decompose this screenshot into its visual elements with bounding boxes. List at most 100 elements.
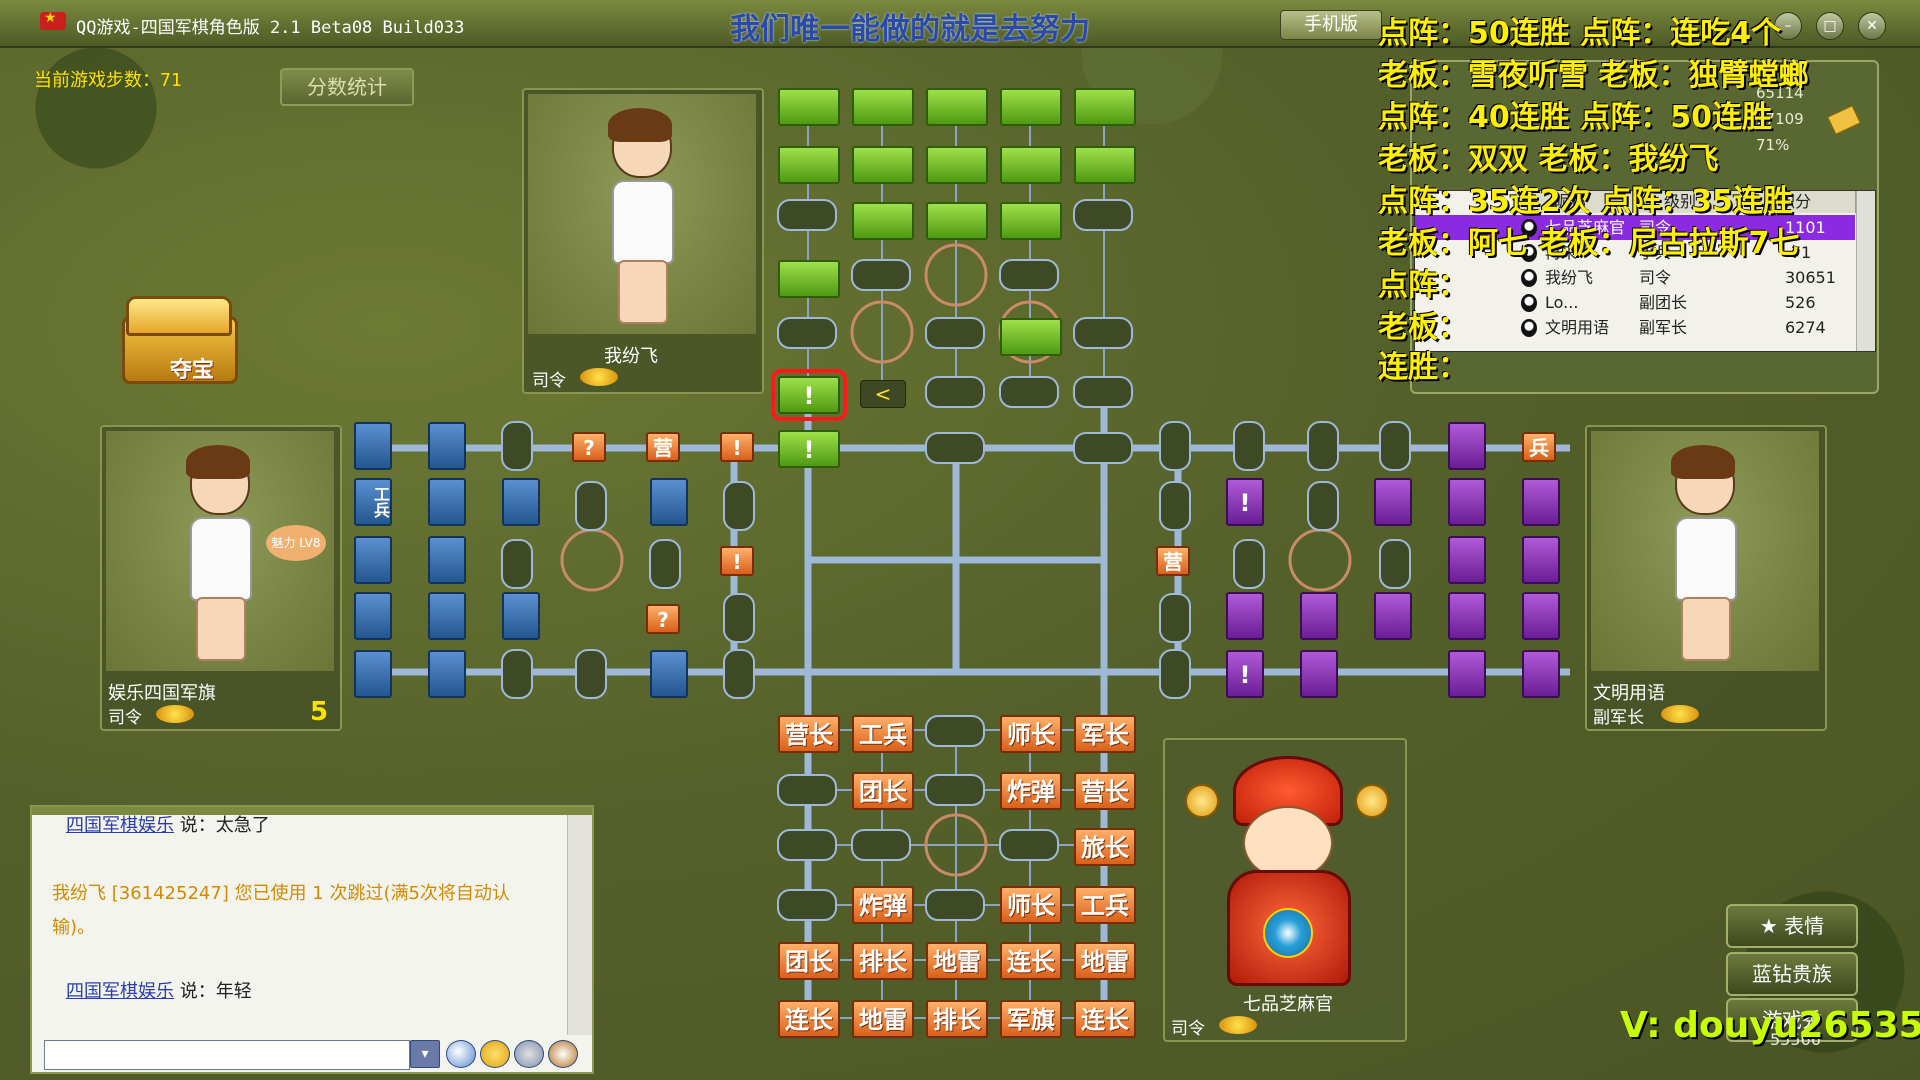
system-message: 我纷飞 [361425247] 您已使用 1 次跳过(满5次将自动认输)。 [52, 883, 510, 938]
green-piece[interactable] [1000, 318, 1062, 356]
green-piece[interactable] [1074, 146, 1136, 184]
row-score: 6274 [1785, 318, 1826, 337]
chat-input[interactable] [44, 1040, 410, 1070]
blue-piece[interactable] [428, 592, 466, 640]
info-winrate: 71% [1756, 136, 1790, 154]
green-piece[interactable] [926, 88, 988, 126]
own-piece[interactable]: 连长 [1074, 1000, 1136, 1038]
blue-piece[interactable] [650, 478, 688, 526]
own-piece[interactable]: 连长 [1000, 942, 1062, 980]
own-piece[interactable]: 营长 [1074, 772, 1136, 810]
own-piece[interactable]: 团长 [778, 942, 840, 980]
blue-piece[interactable] [428, 536, 466, 584]
own-piece[interactable]: 炸弹 [852, 886, 914, 924]
blue-piece[interactable] [502, 592, 540, 640]
green-piece[interactable] [1000, 88, 1062, 126]
purple-piece[interactable] [1374, 592, 1412, 640]
own-piece[interactable]: 炸弹 [1000, 772, 1062, 810]
blue-piece[interactable] [650, 650, 688, 698]
selected-green-piece[interactable]: ! [771, 369, 847, 421]
green-piece[interactable] [926, 146, 988, 184]
green-piece[interactable] [778, 88, 840, 126]
own-piece[interactable]: 旅长 [1074, 828, 1136, 866]
own-piece[interactable]: 师长 [1000, 715, 1062, 753]
row-rank: 副军长 [1639, 318, 1688, 337]
own-piece[interactable]: 地雷 [852, 1000, 914, 1038]
speaker-icon[interactable] [514, 1040, 544, 1068]
wrench-icon[interactable] [548, 1040, 578, 1068]
blue-piece[interactable] [502, 478, 540, 526]
list-item[interactable]: Lo... 副团长 526 [1415, 290, 1855, 315]
purple-piece[interactable] [1522, 592, 1560, 640]
blue-engineer-piece[interactable]: 工兵 [354, 478, 392, 526]
blue-diamond-button[interactable]: 蓝钻贵族 [1726, 952, 1858, 996]
watermark-text: V: douyu26535 [1620, 1005, 1920, 1046]
unknown-piece-marker[interactable]: ? [572, 432, 606, 462]
purple-piece[interactable] [1374, 478, 1412, 526]
chat-scrollbar[interactable] [567, 815, 592, 1035]
own-piece[interactable]: 排长 [852, 942, 914, 980]
list-item[interactable]: 我纷飞 司令 30651 [1415, 265, 1855, 290]
purple-piece[interactable] [1448, 536, 1486, 584]
own-piece[interactable]: 地雷 [1074, 942, 1136, 980]
blue-piece[interactable] [428, 422, 466, 470]
speech-bubble-icon[interactable] [446, 1040, 476, 1068]
row-rank: 副团长 [1639, 293, 1688, 312]
green-piece[interactable] [852, 202, 914, 240]
chat-text: 说：太急了 [179, 815, 270, 836]
blue-piece[interactable] [354, 592, 392, 640]
own-piece[interactable]: 地雷 [926, 942, 988, 980]
green-piece[interactable] [1000, 146, 1062, 184]
alert-marker[interactable]: ! [720, 432, 754, 462]
green-piece[interactable] [926, 202, 988, 240]
chat-dropdown-icon[interactable]: ▾ [410, 1040, 440, 1068]
purple-piece[interactable] [1448, 422, 1486, 470]
blue-piece[interactable] [428, 650, 466, 698]
emote-button[interactable]: ★ 表情 [1726, 904, 1858, 948]
purple-piece[interactable] [1300, 592, 1338, 640]
own-piece[interactable]: 排长 [926, 1000, 988, 1038]
pencil-icon[interactable] [1827, 105, 1861, 135]
own-piece[interactable]: 团长 [852, 772, 914, 810]
own-piece[interactable]: 工兵 [1074, 886, 1136, 924]
chat-username-link[interactable]: 四国军棋娱乐 [66, 981, 174, 1002]
own-piece[interactable]: 军旗 [1000, 1000, 1062, 1038]
soldier-marker[interactable]: 兵 [1522, 432, 1556, 462]
purple-piece[interactable] [1300, 650, 1338, 698]
camp-marker[interactable]: 营 [646, 432, 680, 462]
purple-piece-flagged[interactable]: ! [1226, 650, 1264, 698]
unknown-piece-marker[interactable]: ? [646, 604, 680, 634]
own-piece[interactable]: 连长 [778, 1000, 840, 1038]
alert-marker[interactable]: ! [720, 546, 754, 576]
purple-piece[interactable] [1226, 592, 1264, 640]
green-piece[interactable] [1000, 202, 1062, 240]
green-piece[interactable] [852, 146, 914, 184]
chat-username-link[interactable]: 四国军棋娱乐 [66, 815, 174, 836]
blue-piece[interactable] [354, 422, 392, 470]
overlay-line: 连胜： [1378, 350, 1468, 385]
blue-piece[interactable] [354, 650, 392, 698]
own-piece[interactable]: 营长 [778, 715, 840, 753]
camp-marker[interactable]: 营 [1156, 546, 1190, 576]
green-piece[interactable] [852, 88, 914, 126]
own-piece[interactable]: 军长 [1074, 715, 1136, 753]
list-scrollbar[interactable] [1856, 191, 1875, 351]
green-piece-flagged[interactable]: ! [778, 430, 840, 468]
purple-piece[interactable] [1448, 650, 1486, 698]
purple-piece[interactable] [1522, 478, 1560, 526]
green-piece[interactable] [778, 260, 840, 298]
purple-piece[interactable] [1448, 592, 1486, 640]
green-piece[interactable] [778, 146, 840, 184]
purple-piece-flagged[interactable]: ! [1226, 478, 1264, 526]
purple-piece[interactable] [1448, 478, 1486, 526]
own-piece[interactable]: 工兵 [852, 715, 914, 753]
blue-piece[interactable] [354, 536, 392, 584]
blue-piece[interactable] [428, 478, 466, 526]
green-piece[interactable] [1074, 88, 1136, 126]
list-item[interactable]: 文明用语 副军长 6274 [1415, 315, 1855, 340]
purple-piece[interactable] [1522, 650, 1560, 698]
row-score: 526 [1785, 293, 1816, 312]
smiley-icon[interactable] [480, 1040, 510, 1068]
purple-piece[interactable] [1522, 536, 1560, 584]
own-piece[interactable]: 师长 [1000, 886, 1062, 924]
